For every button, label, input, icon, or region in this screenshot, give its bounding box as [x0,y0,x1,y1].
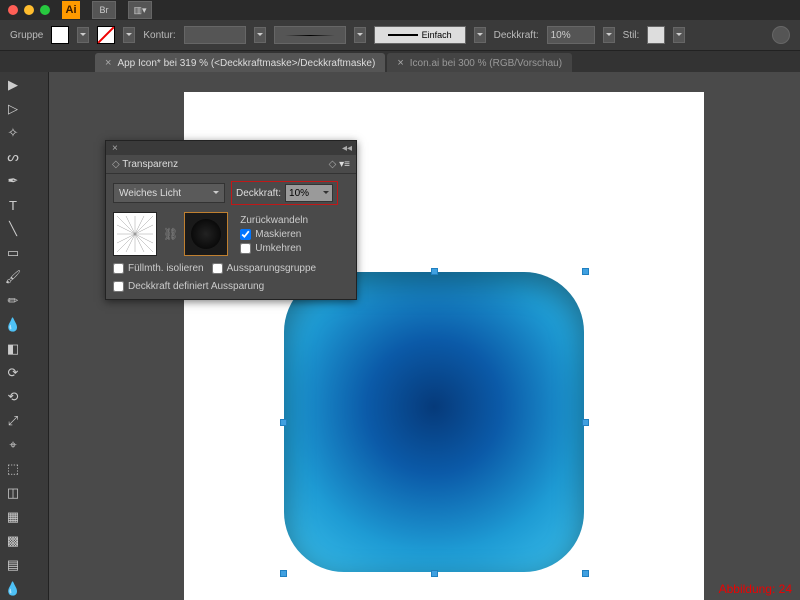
selection-handle[interactable] [582,268,589,275]
mesh-tool[interactable]: ▩ [2,530,24,552]
selection-handle[interactable] [280,419,287,426]
panel-collapse-icon[interactable]: ◂◂ [342,143,352,154]
selection-handle[interactable] [582,570,589,577]
width-profile-dropdown[interactable] [354,27,366,43]
rays-icon [117,216,153,252]
rectangle-tool[interactable]: ▭ [2,242,24,264]
panel-tab-row: Transparenz ▾≡ [106,155,356,174]
free-transform-tool[interactable]: ⬚ [2,458,24,480]
stroke-swatch[interactable] [97,26,115,44]
close-window-icon[interactable] [8,5,18,15]
opacity-highlight: Deckkraft: 10% [231,181,338,205]
magic-wand-tool[interactable]: ✧ [2,122,24,144]
selection-handle[interactable] [431,268,438,275]
kontur-label: Kontur: [143,30,175,41]
stroke-dropdown[interactable] [123,27,135,43]
panel-opacity-input[interactable]: 10% [285,184,333,202]
defines-checkbox[interactable]: Deckkraft definiert Aussparung [113,281,349,292]
invert-checkbox[interactable]: Umkehren [240,243,308,254]
eyedropper-tool[interactable]: 💧 [2,578,24,600]
figure-caption: Abbildung: 24 [719,582,792,596]
stroke-weight-input[interactable] [184,26,246,44]
layout-button[interactable]: ▥▾ [128,1,152,19]
selection-tool[interactable]: ▶ [2,74,24,96]
recolor-artwork-icon[interactable] [772,26,790,44]
perspective-tool[interactable]: ▦ [2,506,24,528]
macos-titlebar: Ai Br ▥▾ [0,0,800,20]
release-button[interactable]: Zurückwandeln [240,215,308,226]
invert-label: Umkehren [255,243,301,254]
panel-titlebar[interactable]: × ◂◂ [106,141,356,155]
close-tab-icon[interactable]: × [105,57,111,69]
lasso-tool[interactable]: ᔕ [2,146,24,168]
app-logo-ai: Ai [62,1,80,19]
rotate-tool[interactable]: ⟳ [2,362,24,384]
close-tab-icon[interactable]: × [397,57,403,69]
bridge-button[interactable]: Br [92,1,116,19]
panel-title[interactable]: Transparenz [112,159,178,170]
blend-mode-value: Weiches Licht [119,188,181,199]
fill-dropdown[interactable] [77,27,89,43]
selection-handle[interactable] [280,570,287,577]
graphic-style-swatch[interactable] [647,26,665,44]
paintbrush-tool[interactable]: 🖌 [2,266,24,288]
width-tool[interactable]: ⌖ [2,434,24,456]
blend-mode-select[interactable]: Weiches Licht [113,183,225,203]
control-bar: Gruppe Kontur: Einfach Deckkraft: 10% St… [0,20,800,51]
tab-label: App Icon* bei 319 % (<Deckkraftmaske>/De… [117,58,375,69]
knockout-label: Aussparungsgruppe [227,263,317,274]
stroke-weight-dropdown[interactable] [254,27,266,43]
scale-tool[interactable]: ⤢ [2,410,24,432]
direct-selection-tool[interactable]: ▷ [2,98,24,120]
panel-menu-icon[interactable]: ▾≡ [329,159,350,170]
deckkraft-label: Deckkraft: [494,30,539,41]
blob-brush-tool[interactable]: 💧 [2,314,24,336]
document-tab-bar: × App Icon* bei 319 % (<Deckkraftmaske>/… [0,51,800,73]
minimize-window-icon[interactable] [24,5,34,15]
object-thumbnail[interactable] [113,212,157,256]
opacity-dropdown[interactable] [603,27,615,43]
panel-close-icon[interactable]: × [112,143,118,154]
group-label: Gruppe [10,30,43,41]
isolate-label: Füllmth. isolieren [128,263,204,274]
opacity-input[interactable]: 10% [547,26,595,44]
type-tool[interactable]: T [2,194,24,216]
pencil-tool[interactable]: ✏ [2,290,24,312]
panel-opacity-label: Deckkraft: [236,188,281,199]
transparency-panel[interactable]: × ◂◂ Transparenz ▾≡ Weiches Licht Deckkr… [105,140,357,300]
reflect-tool[interactable]: ⟲ [2,386,24,408]
width-profile[interactable] [274,26,346,44]
graphic-style-dropdown[interactable] [673,27,685,43]
selection-handle[interactable] [431,570,438,577]
eraser-tool[interactable]: ◧ [2,338,24,360]
brush-dropdown[interactable] [474,27,486,43]
isolate-checkbox[interactable]: Füllmth. isolieren [113,263,204,274]
shape-builder-tool[interactable]: ◫ [2,482,24,504]
selection-handle[interactable] [582,419,589,426]
pen-tool[interactable]: ✒ [2,170,24,192]
knockout-checkbox[interactable]: Aussparungsgruppe [212,263,317,274]
line-tool[interactable]: ╲ [2,218,24,240]
link-mask-icon[interactable]: ⛓ [163,227,178,241]
tools-panel: ▶ ▷ ✧ ᔕ ✒ T ╲ ▭ 🖌 ✏ 💧 ◧ ⟳ ⟲ ⤢ ⌖ ⬚ ◫ ▦ ▩ … [0,72,49,600]
stil-label: Stil: [623,30,640,41]
document-tab-inactive[interactable]: × Icon.ai bei 300 % (RGB/Vorschau) [387,53,572,73]
brush-label: Einfach [422,30,452,40]
panel-opacity-value: 10% [289,188,309,199]
tab-label: Icon.ai bei 300 % (RGB/Vorschau) [410,58,562,69]
clip-label: Maskieren [255,229,301,240]
document-tab-active[interactable]: × App Icon* bei 319 % (<Deckkraftmaske>/… [95,53,385,73]
mask-thumbnail[interactable] [184,212,228,256]
fill-swatch[interactable] [51,26,69,44]
brush-definition[interactable]: Einfach [374,26,466,44]
app-icon-artwork[interactable] [284,272,584,572]
zoom-window-icon[interactable] [40,5,50,15]
defines-label: Deckkraft definiert Aussparung [128,281,264,292]
clip-checkbox[interactable]: Maskieren [240,229,308,240]
gradient-tool[interactable]: ▤ [2,554,24,576]
